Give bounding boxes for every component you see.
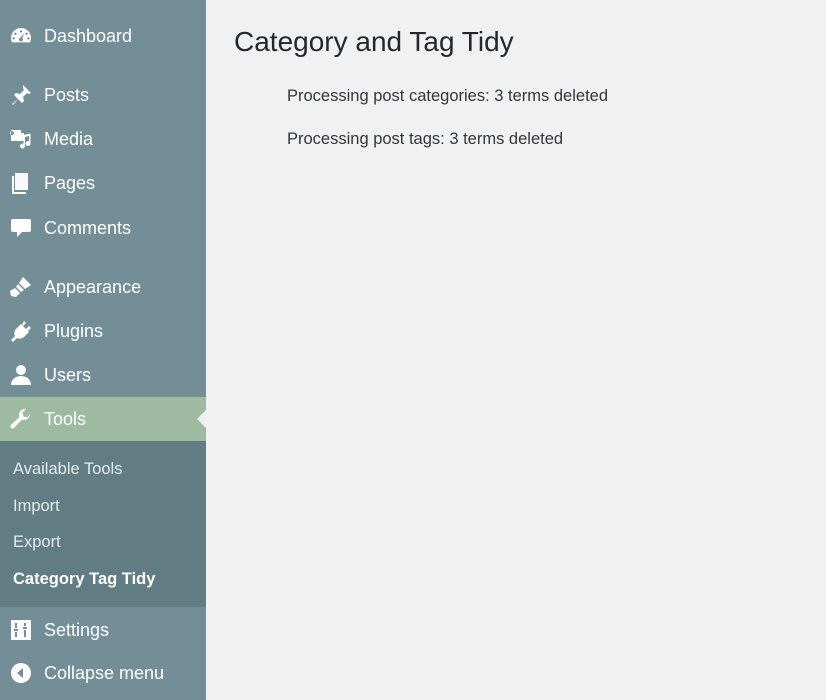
menu-label: Posts: [44, 84, 90, 105]
menu-label: Users: [44, 364, 92, 385]
menu-item-settings[interactable]: Settings: [0, 608, 206, 652]
dashboard-icon: [9, 24, 33, 48]
menu-item-appearance[interactable]: Appearance: [0, 265, 206, 309]
menu-item-users[interactable]: Users: [0, 353, 206, 397]
admin-sidebar: Dashboard Posts Media Pages Comments App…: [0, 0, 206, 700]
main-content: Category and Tag Tidy Processing post ca…: [206, 0, 826, 700]
status-message-categories: Processing post categories: 3 terms dele…: [287, 87, 609, 105]
menu-label: Dashboard: [44, 25, 133, 46]
menu-label: Media: [44, 128, 94, 149]
plug-icon: [9, 319, 33, 343]
menu-label: Comments: [44, 217, 132, 238]
submenu-item-available-tools[interactable]: Available Tools: [13, 460, 122, 479]
menu-label: Tools: [44, 408, 87, 429]
paintbrush-icon: [9, 275, 33, 299]
submenu-item-export[interactable]: Export: [13, 533, 61, 552]
menu-label: Plugins: [44, 320, 104, 341]
wrench-icon: [9, 407, 33, 431]
tools-submenu: Available Tools Import Export Category T…: [0, 441, 206, 607]
pages-icon: [9, 171, 33, 195]
menu-item-tools[interactable]: Tools: [0, 397, 206, 441]
submenu-item-category-tag-tidy[interactable]: Category Tag Tidy: [13, 570, 155, 589]
menu-label: Pages: [44, 172, 96, 193]
submenu-item-import[interactable]: Import: [13, 497, 60, 516]
page-title: Category and Tag Tidy: [234, 26, 514, 57]
menu-item-pages[interactable]: Pages: [0, 161, 206, 205]
media-icon: [9, 127, 33, 151]
collapse-arrow-icon: [9, 661, 33, 685]
menu-item-comments[interactable]: Comments: [0, 206, 206, 250]
menu-label: Appearance: [44, 276, 142, 297]
menu-label: Collapse menu: [44, 662, 165, 683]
menu-item-posts[interactable]: Posts: [0, 73, 206, 117]
sliders-icon: [9, 618, 33, 642]
menu-label: Settings: [44, 619, 110, 640]
user-icon: [9, 363, 33, 387]
menu-item-media[interactable]: Media: [0, 117, 206, 161]
status-message-tags: Processing post tags: 3 terms deleted: [287, 130, 564, 148]
pushpin-icon: [9, 83, 33, 107]
menu-item-collapse[interactable]: Collapse menu: [0, 651, 206, 695]
menu-item-plugins[interactable]: Plugins: [0, 309, 206, 353]
comment-bubble-icon: [9, 216, 33, 240]
menu-item-dashboard[interactable]: Dashboard: [0, 14, 206, 58]
